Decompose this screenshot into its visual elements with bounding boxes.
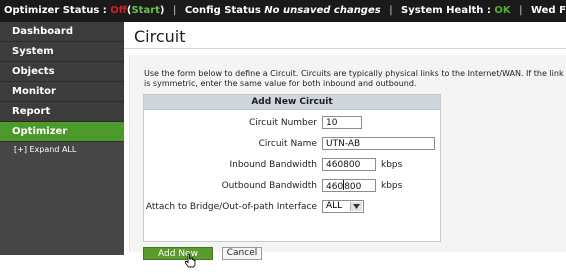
attach-interface-label: Attach to Bridge/Out-of-path Interface (145, 202, 317, 212)
sidebar-item-monitor[interactable]: Monitor (0, 82, 124, 102)
inbound-bandwidth-input[interactable]: 460800 (322, 158, 376, 171)
status-separator: | (172, 5, 177, 16)
outbound-value-part2: 800 (344, 182, 362, 192)
outbound-value-part1: 460 (326, 182, 344, 192)
hand-pointer-icon (184, 253, 196, 272)
attach-interface-select[interactable]: ALL (322, 200, 364, 213)
circuit-number-label: Circuit Number (249, 118, 317, 128)
sidebar-item-system[interactable]: System (0, 42, 124, 62)
optimizer-status-value: Off (110, 5, 127, 16)
inbound-bandwidth-row: Inbound Bandwidth 460800 kbps (144, 157, 440, 175)
cancel-button[interactable]: Cancel (222, 247, 262, 260)
form-header: Add New Circuit (144, 95, 440, 110)
system-health-value: OK (494, 5, 511, 16)
chevron-down-icon[interactable] (350, 202, 362, 211)
datetime: Wed Feb 18, 2015 17:28:35 (530, 5, 566, 16)
sidebar-item-dashboard[interactable]: Dashboard (0, 22, 124, 42)
outbound-bandwidth-label: Outbound Bandwidth (221, 181, 317, 191)
main-panel: Circuit Use the form below to define a C… (124, 22, 566, 272)
config-status-value: No unsaved changes (264, 5, 381, 16)
content-area: Use the form below to define a Circuit. … (129, 55, 566, 272)
attach-interface-row: Attach to Bridge/Out-of-path Interface A… (144, 199, 440, 217)
expand-all-link[interactable]: [+] Expand ALL (0, 142, 124, 157)
inbound-unit: kbps (381, 160, 403, 170)
sidebar-item-optimizer[interactable]: Optimizer (0, 122, 124, 142)
circuit-name-label: Circuit Name (258, 139, 317, 149)
circuit-number-row: Circuit Number 10 (144, 115, 440, 133)
optimizer-status-label: Optimizer Status : (4, 5, 107, 16)
outbound-bandwidth-input[interactable]: 460800 (322, 179, 376, 192)
status-separator: | (519, 5, 523, 16)
status-bar: Optimizer Status : Off(Start) | Config S… (0, 0, 566, 22)
start-link[interactable]: Start (131, 5, 159, 16)
title-divider (124, 48, 566, 49)
system-health-label: System Health : (401, 5, 491, 16)
circuit-name-input[interactable]: UTN-AB (322, 137, 435, 150)
config-status-label: Config Status (184, 5, 261, 16)
page-description: Use the form below to define a Circuit. … (144, 69, 564, 88)
sidebar-item-report[interactable]: Report (0, 102, 124, 122)
status-separator: | (389, 5, 393, 16)
circuit-name-row: Circuit Name UTN-AB (144, 136, 440, 154)
add-new-circuit-button[interactable]: Add New Circuit (143, 247, 213, 272)
optimizer-status: Optimizer Status : Off(Start) (4, 0, 165, 22)
inbound-bandwidth-label: Inbound Bandwidth (229, 160, 317, 170)
circuit-number-input[interactable]: 10 (322, 116, 362, 129)
config-status: Config Status No unsaved changes (185, 0, 381, 22)
system-health: System Health : OK (401, 0, 511, 22)
page-title: Circuit (134, 27, 186, 46)
outbound-unit: kbps (381, 181, 403, 191)
sidebar: Dashboard System Objects Monitor Report … (0, 22, 124, 255)
attach-interface-selected: ALL (326, 201, 343, 211)
outbound-bandwidth-row: Outbound Bandwidth 460800 kbps (144, 178, 440, 196)
add-circuit-form: Add New Circuit Circuit Number 10 Circui… (143, 94, 441, 242)
start-close-paren: ) (159, 5, 165, 16)
sidebar-item-objects[interactable]: Objects (0, 62, 124, 82)
